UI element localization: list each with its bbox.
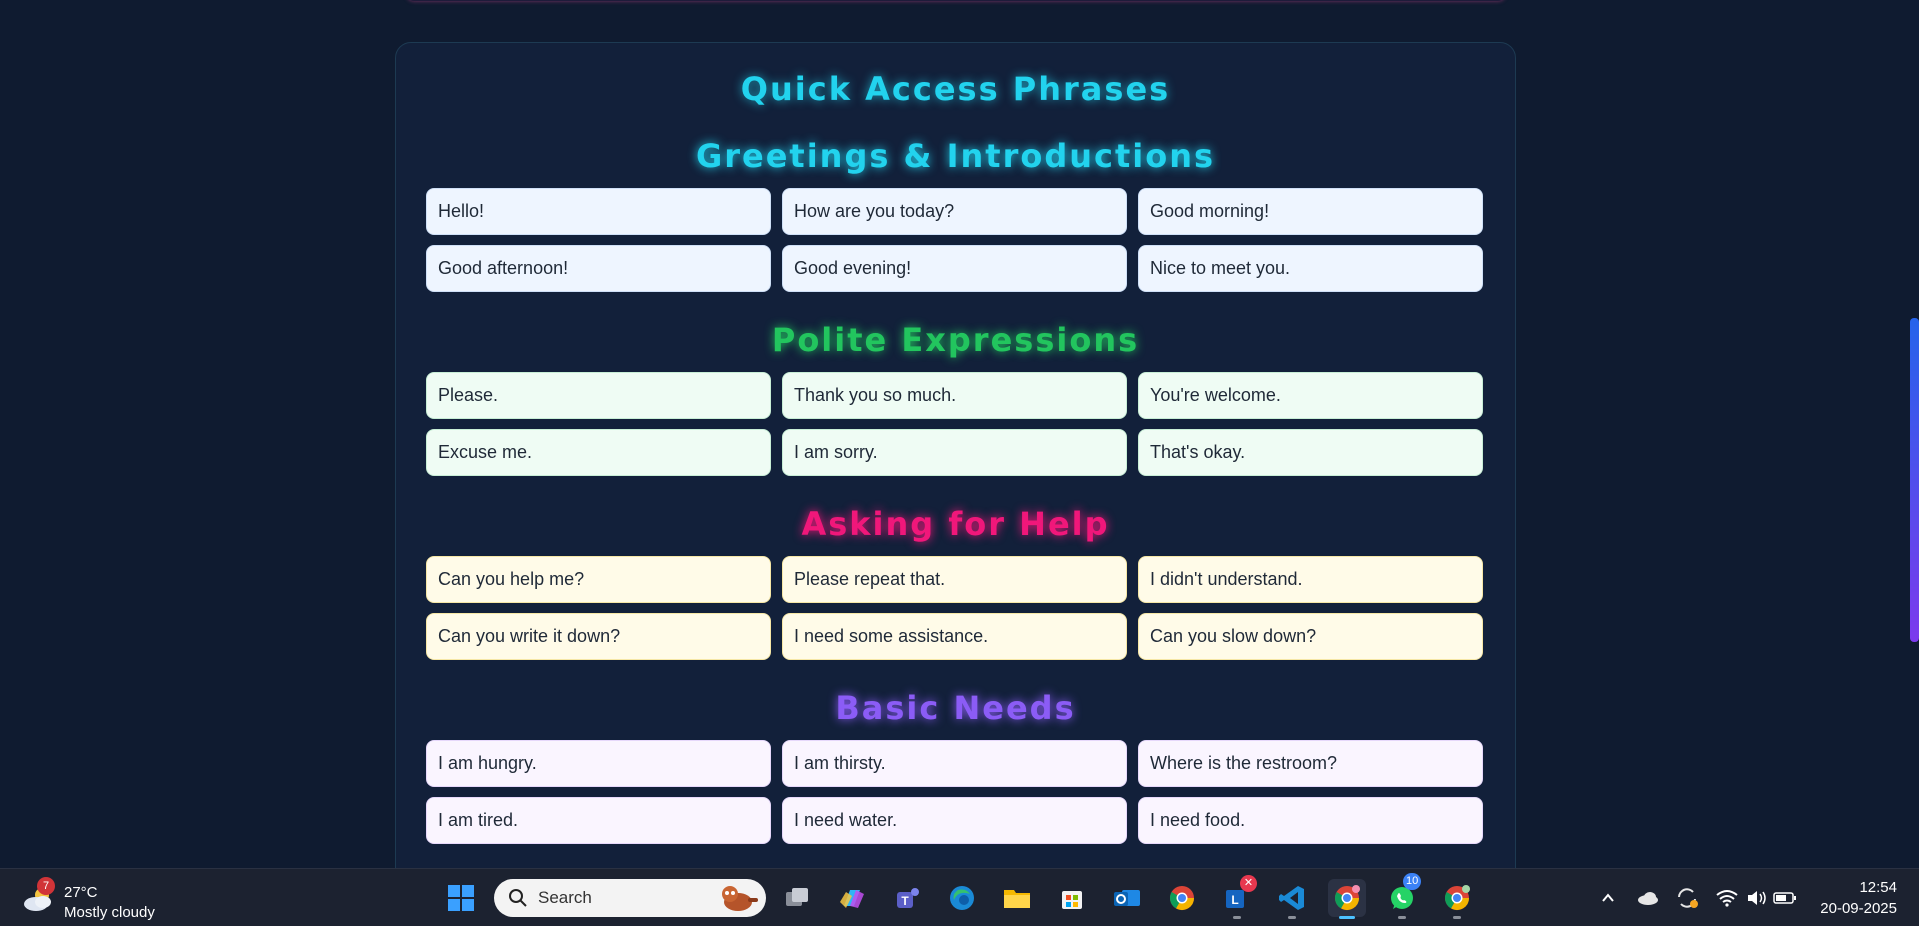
svg-text:L: L xyxy=(1231,893,1238,907)
windows-taskbar: 7 27°C Mostly cloudy Search T L ✕ 10 12:… xyxy=(0,868,1919,926)
phrase-button[interactable]: Nice to meet you. xyxy=(1138,245,1483,292)
svg-text:T: T xyxy=(901,894,909,908)
phrase-button[interactable]: Good afternoon! xyxy=(426,245,771,292)
scrollbar-thumb[interactable] xyxy=(1910,318,1919,642)
weather-description: Mostly cloudy xyxy=(64,904,155,921)
weather-widget[interactable]: 7 27°C Mostly cloudy xyxy=(22,877,172,921)
teams-icon: T xyxy=(897,888,919,908)
onedrive-icon xyxy=(1638,892,1658,905)
chrome-profile-button[interactable] xyxy=(1328,879,1366,919)
phrase-button[interactable]: Can you slow down? xyxy=(1138,613,1483,660)
previous-card-edge xyxy=(407,0,1505,1)
section-title-basic-needs: Basic Needs xyxy=(835,689,1076,727)
phrase-button[interactable]: Can you help me? xyxy=(426,556,771,603)
phrase-grid-help: Can you help me? Please repeat that. I d… xyxy=(426,556,1485,660)
task-view-icon xyxy=(786,888,808,906)
onedrive-tray[interactable] xyxy=(1635,885,1661,911)
phrase-button[interactable]: I need water. xyxy=(782,797,1127,844)
volume-icon xyxy=(1748,891,1766,905)
microsoft-store-button[interactable] xyxy=(1053,879,1091,917)
phrase-button[interactable]: You're welcome. xyxy=(1138,372,1483,419)
error-badge: ✕ xyxy=(1240,875,1257,892)
edge-icon xyxy=(950,886,974,910)
file-explorer-button[interactable] xyxy=(998,879,1036,917)
taskbar-search[interactable]: Search xyxy=(494,879,766,917)
running-indicator xyxy=(1453,916,1461,919)
sync-icon xyxy=(1678,888,1698,908)
start-icon xyxy=(448,885,474,911)
copilot-button[interactable] xyxy=(833,879,871,917)
task-view-button[interactable] xyxy=(778,879,816,917)
wifi-icon xyxy=(1716,890,1738,907)
app-page: Quick Access Phrases Greetings & Introdu… xyxy=(0,0,1919,868)
phrase-button[interactable]: I need food. xyxy=(1138,797,1483,844)
phrase-button[interactable]: How are you today? xyxy=(782,188,1127,235)
running-indicator xyxy=(1398,916,1406,919)
battery-tray[interactable] xyxy=(1772,885,1798,911)
battery-icon xyxy=(1773,892,1796,904)
phrase-button[interactable]: Please. xyxy=(426,372,771,419)
phrase-button[interactable]: I didn't understand. xyxy=(1138,556,1483,603)
file-explorer-icon xyxy=(1004,890,1030,908)
clock-date[interactable]: 20-09-2025 xyxy=(1820,900,1897,917)
lync-button[interactable]: L ✕ xyxy=(1218,875,1257,919)
section-title-help: Asking for Help xyxy=(801,505,1110,543)
phrase-button[interactable]: I am hungry. xyxy=(426,740,771,787)
red-panda-search-highlight-icon xyxy=(722,886,758,911)
clock-time[interactable]: 12:54 xyxy=(1859,879,1897,896)
weather-temperature: 27°C xyxy=(64,884,98,901)
microsoft-store-icon xyxy=(1062,891,1082,909)
vscode-icon xyxy=(1279,886,1304,910)
search-label: Search xyxy=(538,888,592,907)
chrome-dev-icon xyxy=(1444,885,1470,911)
start-button[interactable] xyxy=(442,879,480,917)
chrome-button[interactable] xyxy=(1163,879,1201,917)
sync-tray[interactable] xyxy=(1674,885,1700,911)
copilot-icon xyxy=(840,890,864,908)
phrase-button[interactable]: Where is the restroom? xyxy=(1138,740,1483,787)
section-title-greetings: Greetings & Introductions xyxy=(695,137,1216,175)
phrase-button[interactable]: Good evening! xyxy=(782,245,1127,292)
phrase-grid-greetings: Hello! How are you today? Good morning! … xyxy=(426,188,1485,292)
phrase-button[interactable]: Please repeat that. xyxy=(782,556,1127,603)
phrase-grid-polite: Please. Thank you so much. You're welcom… xyxy=(426,372,1485,476)
phrase-grid-basic-needs: I am hungry. I am thirsty. Where is the … xyxy=(426,740,1485,844)
chevron-up-icon xyxy=(1602,893,1614,902)
weather-alert-badge: 7 xyxy=(37,877,55,895)
section-title-polite: Polite Expressions xyxy=(771,321,1140,359)
page-scrollbar[interactable] xyxy=(1910,0,1919,868)
phrase-button[interactable]: Hello! xyxy=(426,188,771,235)
show-hidden-icons-button[interactable] xyxy=(1595,885,1621,911)
phrase-button[interactable]: Good morning! xyxy=(1138,188,1483,235)
active-indicator xyxy=(1339,916,1355,919)
phrase-button[interactable]: I am sorry. xyxy=(782,429,1127,476)
outlook-button[interactable] xyxy=(1108,879,1146,917)
phrase-button[interactable]: I need some assistance. xyxy=(782,613,1127,660)
vscode-button[interactable] xyxy=(1273,879,1311,919)
chrome-dev-button[interactable] xyxy=(1438,879,1476,919)
volume-tray[interactable] xyxy=(1744,885,1770,911)
phrase-button[interactable]: That's okay. xyxy=(1138,429,1483,476)
search-icon xyxy=(509,889,527,907)
whatsapp-button[interactable]: 10 xyxy=(1383,873,1422,919)
phrase-button[interactable]: I am thirsty. xyxy=(782,740,1127,787)
chrome-profile-icon xyxy=(1334,885,1360,911)
wifi-tray[interactable] xyxy=(1714,885,1740,911)
running-indicator xyxy=(1288,916,1296,919)
chrome-icon xyxy=(1169,886,1194,911)
phrase-button[interactable]: Excuse me. xyxy=(426,429,771,476)
page-title: Quick Access Phrases xyxy=(740,70,1171,108)
phrase-button[interactable]: Can you write it down? xyxy=(426,613,771,660)
teams-button[interactable]: T xyxy=(888,879,926,917)
outlook-icon xyxy=(1114,890,1140,906)
edge-button[interactable] xyxy=(943,879,981,917)
whatsapp-unread-badge: 10 xyxy=(1403,873,1422,890)
phrase-button[interactable]: I am tired. xyxy=(426,797,771,844)
running-indicator xyxy=(1233,916,1241,919)
phrase-button[interactable]: Thank you so much. xyxy=(782,372,1127,419)
